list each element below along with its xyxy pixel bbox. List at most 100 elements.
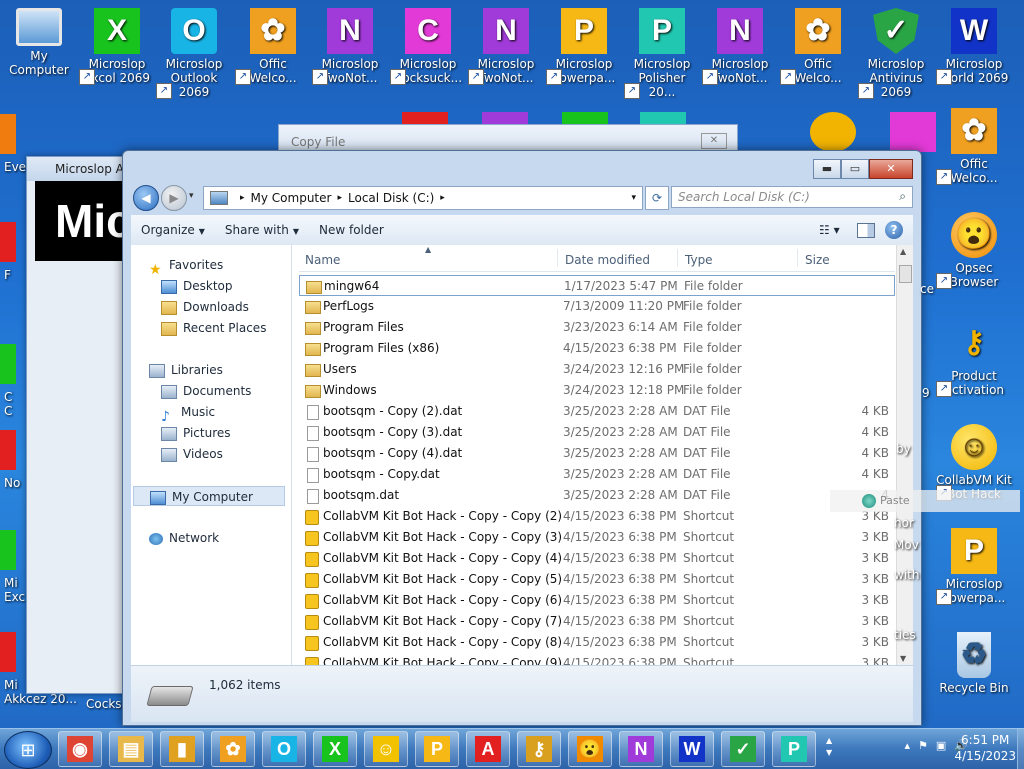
desktop-icon-product-activation[interactable]: ⚷ ↗ Product Activation (936, 320, 1012, 397)
clock[interactable]: 6:51 PM 4/15/2023 (954, 732, 1016, 764)
taskbar-button-antivirus[interactable]: ✓ (721, 731, 765, 767)
nav-libraries[interactable]: Libraries (149, 360, 223, 380)
table-row[interactable]: Windows 3/24/2023 12:18 PM File folder (299, 380, 895, 401)
partial-desktop-icon-label[interactable]: Mi Exc (4, 576, 25, 604)
desktop-icon-microslop-twonot[interactable]: N ↗ Microslop TwoNot... (702, 8, 778, 85)
action-center-icon[interactable]: ⚑ (918, 739, 928, 752)
partial-desktop-icon[interactable] (810, 112, 856, 152)
chevron-right-icon[interactable]: ▸ (337, 193, 342, 203)
table-row[interactable]: Users 3/24/2023 12:16 PM File folder (299, 359, 895, 380)
desktop-icon-microslop-world-2069[interactable]: W ↗ Microslop World 2069 (936, 8, 1012, 85)
desktop-icon-microslop-excol-2069[interactable]: X ↗ Microslop Excol 2069 (79, 8, 155, 85)
table-row[interactable]: bootsqm.dat3/25/2023 2:28 AMDAT File4 (299, 485, 895, 506)
column-date-modified[interactable]: Date modified (565, 253, 650, 267)
taskbar-button-offic[interactable]: ✿ (211, 731, 255, 767)
breadcrumb[interactable]: ▸ My Computer ▸ Local Disk (C:) ▸ ▾ (203, 186, 643, 210)
table-row[interactable]: CollabVM Kit Bot Hack - Copy - Copy (3) 4… (299, 527, 895, 548)
table-row[interactable]: Program Files (x86) 4/15/2023 6:38 PM File… (299, 338, 895, 359)
recent-pages-dropdown[interactable]: ▾ (189, 191, 194, 201)
partial-desktop-icon-label[interactable]: F (4, 268, 11, 282)
scrollbar-thumb[interactable] (899, 265, 912, 283)
nav-recent-places[interactable]: Recent Places (161, 318, 266, 338)
nav-my-computer[interactable]: My Computer (133, 486, 285, 506)
close-button[interactable]: ✕ (869, 159, 913, 179)
table-row[interactable]: CollabVM Kit Bot Hack - Copy - Copy (4) 4… (299, 548, 895, 569)
desktop-icon-recycle-bin[interactable]: ♻ Recycle Bin (936, 632, 1012, 695)
table-row[interactable]: CollabVM Kit Bot Hack - Copy - Copy (9) 4… (299, 653, 895, 665)
breadcrumb-local-disk[interactable]: Local Disk (C:) (348, 191, 434, 205)
nav-desktop[interactable]: Desktop (161, 276, 233, 296)
start-button[interactable]: ⊞ (4, 731, 52, 769)
column-divider[interactable] (557, 249, 558, 267)
desktop-icon-opsec-browser[interactable]: 😮 ↗ Opsec Browser (936, 212, 1012, 289)
nav-network[interactable]: Network (149, 528, 219, 548)
nav-downloads[interactable]: Downloads (161, 297, 249, 317)
partial-desktop-icon[interactable] (0, 114, 16, 154)
partial-desktop-icon[interactable] (0, 344, 16, 384)
table-row[interactable]: CollabVM Kit Bot Hack - Copy - Copy (7) 4… (299, 611, 895, 632)
share-with-button[interactable]: Share with ▼ (215, 223, 309, 237)
table-row[interactable]: bootsqm - Copy (4).dat 3/25/2023 2:28 AM D… (299, 443, 895, 464)
minimize-button[interactable]: ▬ (813, 159, 841, 179)
taskbar-button-outlook[interactable]: O (262, 731, 306, 767)
table-row[interactable]: PerfLogs 7/13/2009 11:20 PM File folder (299, 296, 895, 317)
desktop-icon-microslop-twonot[interactable]: N ↗ Microslop TwoNot... (468, 8, 544, 85)
table-row[interactable]: CollabVM Kit Bot Hack - Copy - Copy (6) 4… (299, 590, 895, 611)
forward-button[interactable]: ▶ (161, 185, 187, 211)
nav-music[interactable]: ♪ Music (161, 402, 215, 425)
breadcrumb-my-computer[interactable]: My Computer (251, 191, 332, 205)
chevron-right-icon[interactable]: ▸ (440, 193, 445, 203)
taskbar-button-powerpa[interactable]: P (415, 731, 459, 767)
taskbar-button-excol[interactable]: X (313, 731, 357, 767)
desktop-icon-my-computer[interactable]: My Computer (1, 8, 77, 77)
help-button[interactable]: ? (885, 221, 903, 239)
partial-desktop-icon-label[interactable]: C C (4, 390, 12, 418)
table-row[interactable]: bootsqm - Copy (2).dat 3/25/2023 2:28 AM D… (299, 401, 895, 422)
table-row[interactable]: bootsqm - Copy.dat 3/25/2023 2:28 AM DAT F… (299, 464, 895, 485)
taskbar-button-app-a[interactable]: A (466, 731, 510, 767)
desktop-icon-offic-welco[interactable]: ✿ ↗ Offic Welco... (780, 8, 856, 85)
column-name[interactable]: Name (305, 253, 340, 267)
nav-videos[interactable]: Videos (161, 444, 223, 464)
maximize-button[interactable]: ▭ (841, 159, 869, 179)
partial-desktop-icon[interactable] (0, 222, 16, 262)
taskbar-button-app-yellow[interactable]: ▮ (160, 731, 204, 767)
partial-desktop-icon[interactable] (0, 530, 16, 570)
desktop-icon-microslop-powerpa[interactable]: P ↗ Microslop Powerpa... (936, 528, 1012, 605)
column-divider[interactable] (677, 249, 678, 267)
partial-desktop-icon[interactable] (890, 112, 936, 152)
column-size[interactable]: Size (805, 253, 830, 267)
address-dropdown-icon[interactable]: ▾ (631, 193, 636, 203)
desktop-icon-microslop-powerpa[interactable]: P ↗ Microslop Powerpa... (546, 8, 622, 85)
desktop-icon-microslop-outlook-2069[interactable]: O ↗ Microslop Outlook 2069 (156, 8, 232, 99)
nav-documents[interactable]: Documents (161, 381, 251, 401)
taskbar-button-chrome[interactable]: ◉ (58, 731, 102, 767)
desktop-icon-microslop-cocksuck[interactable]: C ↗ Microslop Cocksuck... (390, 8, 466, 85)
taskbar-button-world[interactable]: W (670, 731, 714, 767)
refresh-button[interactable]: ⟳ (645, 186, 669, 210)
show-hidden-icons-icon[interactable]: ▴ (904, 739, 910, 752)
preview-pane-button[interactable] (857, 222, 875, 238)
scroll-down-icon[interactable]: ▼ (900, 654, 906, 663)
new-folder-button[interactable]: New folder (309, 223, 394, 237)
table-row[interactable]: Program Files 3/23/2023 6:14 AM File folde… (299, 317, 895, 338)
desktop-icon-offic-welco[interactable]: ✿ ↗ Offic Welco... (936, 108, 1012, 185)
column-type[interactable]: Type (685, 253, 713, 267)
partial-desktop-icon[interactable] (0, 430, 16, 470)
chevron-right-icon[interactable]: ▸ (240, 193, 245, 203)
taskbar-button-twonot[interactable]: N (619, 731, 663, 767)
table-row[interactable]: bootsqm - Copy (3).dat 3/25/2023 2:28 AM D… (299, 422, 895, 443)
search-input[interactable]: Search Local Disk (C:) ⌕ (671, 186, 913, 208)
desktop-icon-microslop-antivirus-2069[interactable]: ✓ ↗ Microslop Antivirus 2069 (858, 8, 934, 99)
network-icon[interactable]: ▣ (936, 739, 946, 752)
desktop-icon-microslop-twonot[interactable]: N ↗ Microslop TwoNot... (312, 8, 388, 85)
scroll-up-icon[interactable]: ▲ (900, 247, 906, 256)
table-row[interactable]: CollabVM Kit Bot Hack - Copy - Copy (2) 4… (299, 506, 895, 527)
desktop-icon-microslop-polisher-20[interactable]: P ↗ Microslop Polisher 20... (624, 8, 700, 99)
back-button[interactable]: ◀ (133, 185, 159, 211)
table-row[interactable]: mingw64 1/17/2023 5:47 PM File folder (299, 275, 895, 296)
partial-desktop-icon[interactable] (0, 632, 16, 672)
show-desktop-button[interactable] (1017, 729, 1024, 769)
partial-desktop-icon-label[interactable]: Eve (4, 160, 26, 174)
table-row[interactable]: CollabVM Kit Bot Hack - Copy - Copy (8) 4… (299, 632, 895, 653)
